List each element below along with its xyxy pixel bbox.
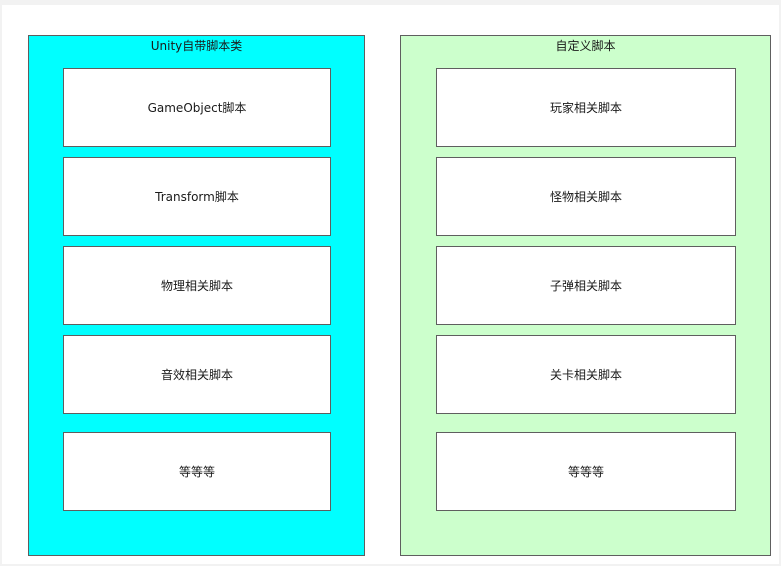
diagram-canvas: Unity自带脚本类 GameObject脚本 Transform脚本 物理相关… xyxy=(2,5,779,564)
group-title-custom: 自定义脚本 xyxy=(555,39,616,53)
box-player-scripts: 玩家相关脚本 xyxy=(436,68,736,147)
unity-builtin-scripts-group: Unity自带脚本类 GameObject脚本 Transform脚本 物理相关… xyxy=(28,35,365,556)
box-physics-scripts: 物理相关脚本 xyxy=(63,246,331,325)
custom-scripts-group: 自定义脚本 玩家相关脚本 怪物相关脚本 子弹相关脚本 关卡相关脚本 等等等 xyxy=(400,35,771,556)
box-audio-scripts: 音效相关脚本 xyxy=(63,335,331,414)
box-etc-left: 等等等 xyxy=(63,432,331,511)
box-level-scripts: 关卡相关脚本 xyxy=(436,335,736,414)
box-monster-scripts: 怪物相关脚本 xyxy=(436,157,736,236)
box-gameobject-script: GameObject脚本 xyxy=(63,68,331,147)
group-title-unity-builtin: Unity自带脚本类 xyxy=(150,39,243,53)
box-etc-right: 等等等 xyxy=(436,432,736,511)
box-transform-script: Transform脚本 xyxy=(63,157,331,236)
box-bullet-scripts: 子弹相关脚本 xyxy=(436,246,736,325)
